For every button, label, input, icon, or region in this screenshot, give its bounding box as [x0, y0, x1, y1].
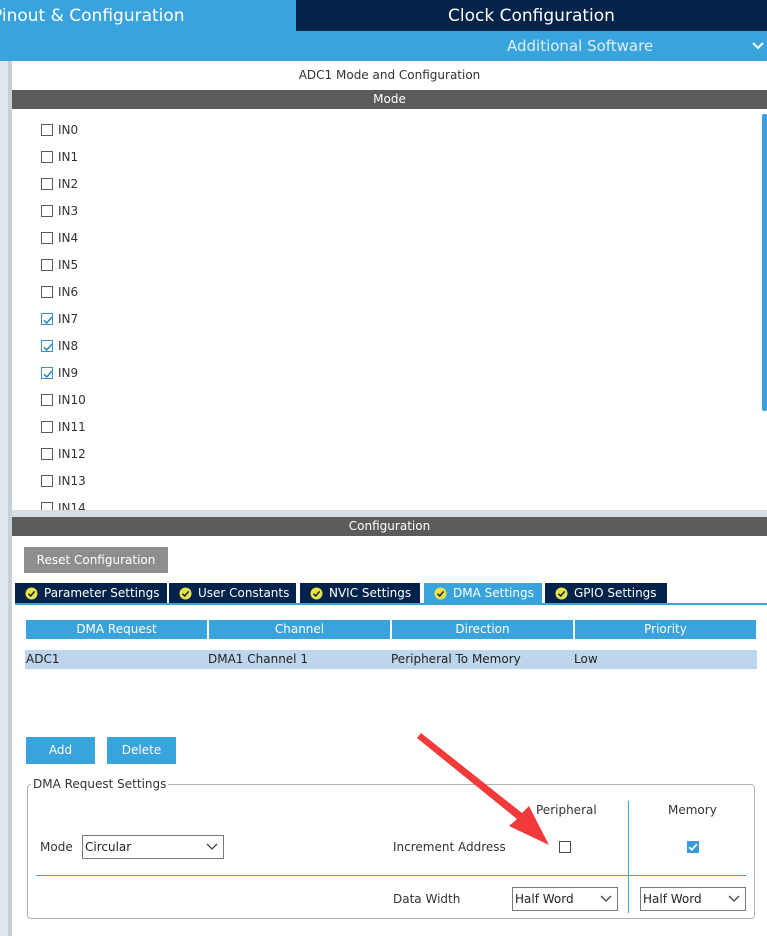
tab-parameter-settings[interactable]: Parameter Settings	[15, 583, 167, 604]
checkmark-icon	[43, 343, 53, 352]
additional-software-bar[interactable]: Additional Software	[0, 31, 767, 61]
column-header-direction[interactable]: Direction	[392, 620, 573, 639]
tab-label: GPIO Settings	[574, 586, 657, 600]
channel-checkbox[interactable]	[41, 448, 53, 460]
tab-pinout-configuration[interactable]: Pinout & Configuration	[0, 0, 296, 31]
table-cell-direction[interactable]: Peripheral To Memory	[390, 650, 573, 669]
check-circle-icon	[179, 587, 192, 600]
mode-section-header: Mode	[12, 90, 767, 109]
panel-splitter[interactable]	[12, 510, 767, 517]
channel-label: IN11	[58, 420, 86, 434]
channel-label: IN3	[58, 204, 79, 218]
channel-checkbox[interactable]	[41, 421, 53, 433]
channel-checkbox[interactable]	[41, 124, 53, 136]
channel-label: IN5	[58, 258, 79, 272]
dma-request-settings-legend: DMA Request Settings	[31, 776, 169, 792]
configuration-section-header: Configuration	[12, 517, 767, 536]
panel-title: ADC1 Mode and Configuration	[298, 68, 481, 82]
tab-label: DMA Settings	[453, 586, 534, 600]
mode-label: Mode	[40, 840, 73, 854]
channel-checkbox[interactable]	[41, 340, 53, 352]
chevron-down-icon[interactable]	[752, 41, 764, 51]
peripheral-data-width-value: Half Word	[515, 892, 574, 906]
table-cell-priority[interactable]: Low	[573, 650, 757, 669]
channel-checkbox[interactable]	[41, 259, 53, 271]
tab-label: User Constants	[198, 586, 290, 600]
check-circle-icon	[555, 587, 568, 600]
memory-data-width-value: Half Word	[643, 892, 702, 906]
channel-checkbox[interactable]	[41, 502, 53, 510]
channel-checkbox[interactable]	[41, 205, 53, 217]
memory-increment-checkbox[interactable]	[687, 841, 699, 853]
left-gutter	[0, 61, 8, 936]
column-header-dma-request[interactable]: DMA Request	[26, 620, 207, 639]
check-circle-icon	[434, 587, 447, 600]
reset-configuration-button[interactable]: Reset Configuration	[24, 547, 168, 573]
tab-clock-label: Clock Configuration	[448, 6, 615, 26]
chevron-down-icon	[728, 895, 740, 902]
checkmark-icon	[43, 370, 53, 379]
delete-button[interactable]: Delete	[107, 737, 176, 764]
increment-address-label: Increment Address	[393, 840, 506, 854]
channel-checkbox[interactable]	[41, 232, 53, 244]
chevron-down-icon	[206, 843, 218, 850]
tab-nvic-settings[interactable]: NVIC Settings	[300, 583, 420, 604]
mode-select[interactable]: Circular	[82, 835, 224, 859]
checkmark-icon	[688, 843, 698, 852]
memory-column-label: Memory	[668, 803, 717, 817]
channel-checkbox[interactable]	[41, 151, 53, 163]
memory-data-width-select[interactable]: Half Word	[640, 887, 746, 911]
channel-label: IN8	[58, 339, 79, 353]
channel-label: IN9	[58, 366, 79, 380]
channel-checkbox[interactable]	[41, 286, 53, 298]
table-cell-channel[interactable]: DMA1 Channel 1	[207, 650, 390, 669]
checkmark-icon	[43, 316, 53, 325]
data-width-label: Data Width	[393, 892, 461, 906]
tab-label: NVIC Settings	[329, 586, 412, 600]
tab-gpio-settings[interactable]: GPIO Settings	[545, 583, 667, 604]
tab-clock-configuration[interactable]: Clock Configuration	[296, 0, 767, 31]
tab-underline	[15, 603, 767, 605]
channel-checkbox[interactable]	[41, 178, 53, 190]
channel-checkbox[interactable]	[41, 367, 53, 379]
column-header-priority[interactable]: Priority	[575, 620, 756, 639]
channel-checkbox[interactable]	[41, 313, 53, 325]
channel-label: IN1	[58, 150, 79, 164]
row-separator	[36, 875, 746, 876]
channel-label: IN2	[58, 177, 79, 191]
column-header-channel[interactable]: Channel	[209, 620, 390, 639]
mode-list-scrollbar[interactable]	[762, 114, 767, 411]
channel-checkbox[interactable]	[41, 394, 53, 406]
tab-pinout-label: Pinout & Configuration	[0, 6, 185, 26]
channel-label: IN4	[58, 231, 79, 245]
column-separator	[628, 801, 629, 913]
mode-channel-list[interactable]: IN0 IN1 IN2 IN3 IN4 IN5 IN6 IN7 IN8 IN9 IN10 IN11 IN…	[12, 109, 767, 510]
add-button[interactable]: Add	[26, 737, 95, 764]
mode-select-value: Circular	[85, 840, 132, 854]
peripheral-column-label: Peripheral	[536, 803, 597, 817]
channel-label: IN6	[58, 285, 79, 299]
channel-label: IN14	[58, 501, 86, 510]
additional-software-label: Additional Software	[507, 37, 654, 55]
channel-label: IN7	[58, 312, 79, 326]
table-cell-dma-request[interactable]: ADC1	[25, 650, 207, 669]
channel-label: IN12	[58, 447, 86, 461]
chevron-down-icon	[600, 895, 612, 902]
tab-user-constants[interactable]: User Constants	[169, 583, 296, 604]
tab-dma-settings[interactable]: DMA Settings	[424, 583, 542, 604]
peripheral-increment-checkbox[interactable]	[559, 841, 571, 853]
check-circle-icon	[25, 587, 38, 600]
channel-checkbox[interactable]	[41, 475, 53, 487]
channel-label: IN10	[58, 393, 86, 407]
tab-label: Parameter Settings	[44, 586, 160, 600]
channel-label: IN13	[58, 474, 86, 488]
channel-label: IN0	[58, 123, 79, 137]
check-circle-icon	[310, 587, 323, 600]
peripheral-data-width-select[interactable]: Half Word	[512, 887, 618, 911]
